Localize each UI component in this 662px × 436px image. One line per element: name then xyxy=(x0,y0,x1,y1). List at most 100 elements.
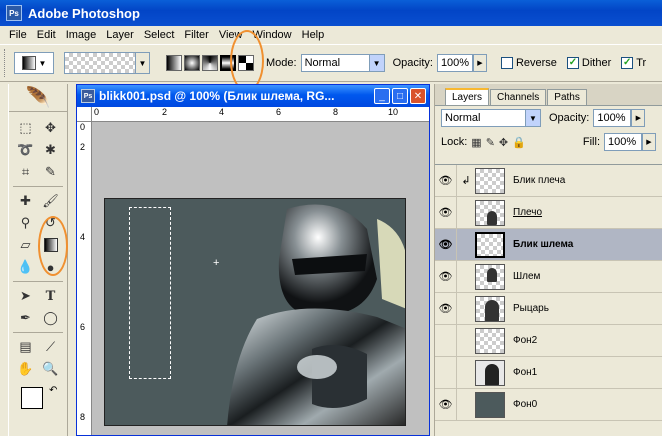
angle-gradient-icon[interactable] xyxy=(202,55,218,71)
menu-filter[interactable]: Filter xyxy=(179,29,213,41)
transparency-label: Tr xyxy=(636,57,647,69)
layer-opacity-slider-button[interactable]: ▶ xyxy=(631,109,646,127)
layers-list: 👁 ↲ Блик плеча 👁 Плечо 👁 Блик шлема 👁 Шл… xyxy=(435,164,662,421)
foreground-color-swatch[interactable] xyxy=(21,387,43,409)
crop-tool-icon[interactable]: ⌗ xyxy=(13,162,38,182)
toolbox-divider xyxy=(13,186,63,187)
layer-row[interactable]: 👁 Шлем xyxy=(435,261,662,293)
slice-tool-icon[interactable]: ✎ xyxy=(38,162,63,182)
opacity-input[interactable]: 100% xyxy=(436,54,473,72)
ruler-h-label: 4 xyxy=(219,107,225,117)
blend-mode-select[interactable]: Normal ▼ xyxy=(441,109,541,127)
tab-channels[interactable]: Channels xyxy=(490,89,547,105)
layer-row[interactable]: 👁 Фон0 xyxy=(435,389,662,421)
layer-row[interactable]: Фон1 xyxy=(435,357,662,389)
dither-option[interactable]: ✓ Dither xyxy=(566,57,611,69)
lasso-tool-icon[interactable]: ➰ xyxy=(13,140,38,160)
ruler-v-label: 6 xyxy=(80,322,86,332)
ellipse-tool-icon[interactable]: ◯ xyxy=(38,308,63,328)
menu-help[interactable]: Help xyxy=(297,29,330,41)
move-tool-icon[interactable]: ✥ xyxy=(38,118,63,138)
eye-icon[interactable]: 👁 xyxy=(435,389,457,420)
image-canvas[interactable]: + xyxy=(104,198,406,426)
layer-opacity-input[interactable]: 100% xyxy=(593,109,632,127)
layer-row[interactable]: 👁 Рыцарь xyxy=(435,293,662,325)
reverse-checkbox[interactable] xyxy=(500,57,513,69)
blur-tool-icon[interactable]: 💧 xyxy=(13,257,38,277)
ruler-v-label: 2 xyxy=(80,142,86,152)
menu-layer[interactable]: Layer xyxy=(101,29,139,41)
pasteboard[interactable]: + xyxy=(92,122,429,435)
lock-all-icon[interactable]: 🔒 xyxy=(512,136,526,149)
transparency-option[interactable]: ✓ Tr xyxy=(621,57,646,69)
eyedropper-tool-icon[interactable]: ⟋ xyxy=(38,337,63,357)
app-titlebar: Ps Adobe Photoshop xyxy=(0,0,662,26)
mode-value: Normal xyxy=(304,57,341,69)
radial-gradient-icon[interactable] xyxy=(184,55,200,71)
tab-layers[interactable]: Layers xyxy=(445,88,490,105)
layer-name: Шлем xyxy=(513,271,541,282)
tool-preset-picker[interactable]: ▼ xyxy=(14,52,54,74)
opacity-slider-button[interactable]: ▶ xyxy=(472,54,487,72)
tab-paths[interactable]: Paths xyxy=(547,89,587,105)
brush-tool-icon[interactable]: 🖌 xyxy=(38,191,63,211)
layer-thumbnail xyxy=(475,391,505,418)
horizontal-ruler[interactable]: 0 2 4 6 8 10 xyxy=(92,107,429,122)
minimize-icon[interactable]: _ xyxy=(374,88,390,104)
eye-icon[interactable]: 👁 xyxy=(435,197,457,228)
menu-file[interactable]: File xyxy=(4,29,32,41)
eye-icon[interactable]: 👁 xyxy=(435,229,457,260)
vertical-ruler[interactable]: 0 2 4 6 8 xyxy=(77,122,92,435)
reverse-option[interactable]: Reverse xyxy=(500,57,557,69)
fill-label: Fill: xyxy=(582,136,600,148)
gradient-picker[interactable]: ▼ xyxy=(64,52,150,74)
clone-stamp-tool-icon[interactable]: ⚲ xyxy=(13,213,38,233)
lock-position-icon[interactable]: ✥ xyxy=(499,136,508,149)
healing-brush-tool-icon[interactable]: ✚ xyxy=(13,191,38,211)
eye-hidden-slot[interactable] xyxy=(435,357,457,388)
notes-tool-icon[interactable]: ▤ xyxy=(13,337,38,357)
document-title: blikk001.psd @ 100% (Блик шлема, RG... xyxy=(99,89,335,103)
magic-wand-tool-icon[interactable]: ✱ xyxy=(38,140,63,160)
highlight-ring-gradient-tool xyxy=(38,216,68,276)
chevron-down-icon[interactable]: ▼ xyxy=(135,53,149,73)
fill-slider-button[interactable]: ▶ xyxy=(642,133,656,151)
layer-row[interactable]: 👁 ↲ Блик плеча xyxy=(435,165,662,197)
eye-icon[interactable]: 👁 xyxy=(435,165,457,196)
lock-pixels-icon[interactable]: ✎ xyxy=(486,136,495,149)
eraser-tool-icon[interactable]: ▱ xyxy=(13,235,38,255)
lock-transparency-icon[interactable]: ▦ xyxy=(471,136,481,149)
opacity-label: Opacity: xyxy=(392,57,433,69)
fill-input[interactable]: 100% xyxy=(604,133,642,151)
linear-gradient-icon[interactable] xyxy=(166,55,182,71)
close-icon[interactable]: ✕ xyxy=(410,88,426,104)
menu-select[interactable]: Select xyxy=(139,29,180,41)
menu-image[interactable]: Image xyxy=(61,29,102,41)
selection-marquee[interactable] xyxy=(129,207,171,379)
transparency-checkbox[interactable]: ✓ xyxy=(621,57,634,69)
ruler-h-label: 2 xyxy=(162,107,168,117)
ruler-v-label: 0 xyxy=(80,122,86,132)
layers-panel: Layers Channels Paths Normal ▼ Opacity: … xyxy=(434,84,662,436)
lock-fill-row: Lock: ▦ ✎ ✥ 🔒 Fill: 100% ▶ xyxy=(435,130,662,154)
mode-select[interactable]: Normal ▼ xyxy=(300,54,385,72)
layer-thumbnail xyxy=(475,295,505,322)
eye-hidden-slot[interactable] xyxy=(435,325,457,356)
dither-checkbox[interactable]: ✓ xyxy=(566,57,579,69)
photoshop-logo-icon: Ps xyxy=(6,5,22,21)
maximize-icon[interactable]: □ xyxy=(392,88,408,104)
layer-row[interactable]: 👁 Плечо xyxy=(435,197,662,229)
path-selection-tool-icon[interactable]: ➤ xyxy=(13,286,38,306)
hand-tool-icon[interactable]: ✋ xyxy=(13,359,38,379)
menu-edit[interactable]: Edit xyxy=(32,29,61,41)
options-grip[interactable] xyxy=(4,49,8,77)
eye-icon[interactable]: 👁 xyxy=(435,261,457,292)
marquee-tool-icon[interactable]: ⬚ xyxy=(13,118,38,138)
eye-icon[interactable]: 👁 xyxy=(435,293,457,324)
pen-tool-icon[interactable]: ✒ xyxy=(13,308,38,328)
zoom-tool-icon[interactable]: 🔍 xyxy=(38,359,63,379)
layer-row-selected[interactable]: 👁 Блик шлема xyxy=(435,229,662,261)
swap-colors-icon[interactable]: ↶ xyxy=(49,385,57,396)
layer-row[interactable]: Фон2 xyxy=(435,325,662,357)
type-tool-icon[interactable]: T xyxy=(38,286,63,306)
